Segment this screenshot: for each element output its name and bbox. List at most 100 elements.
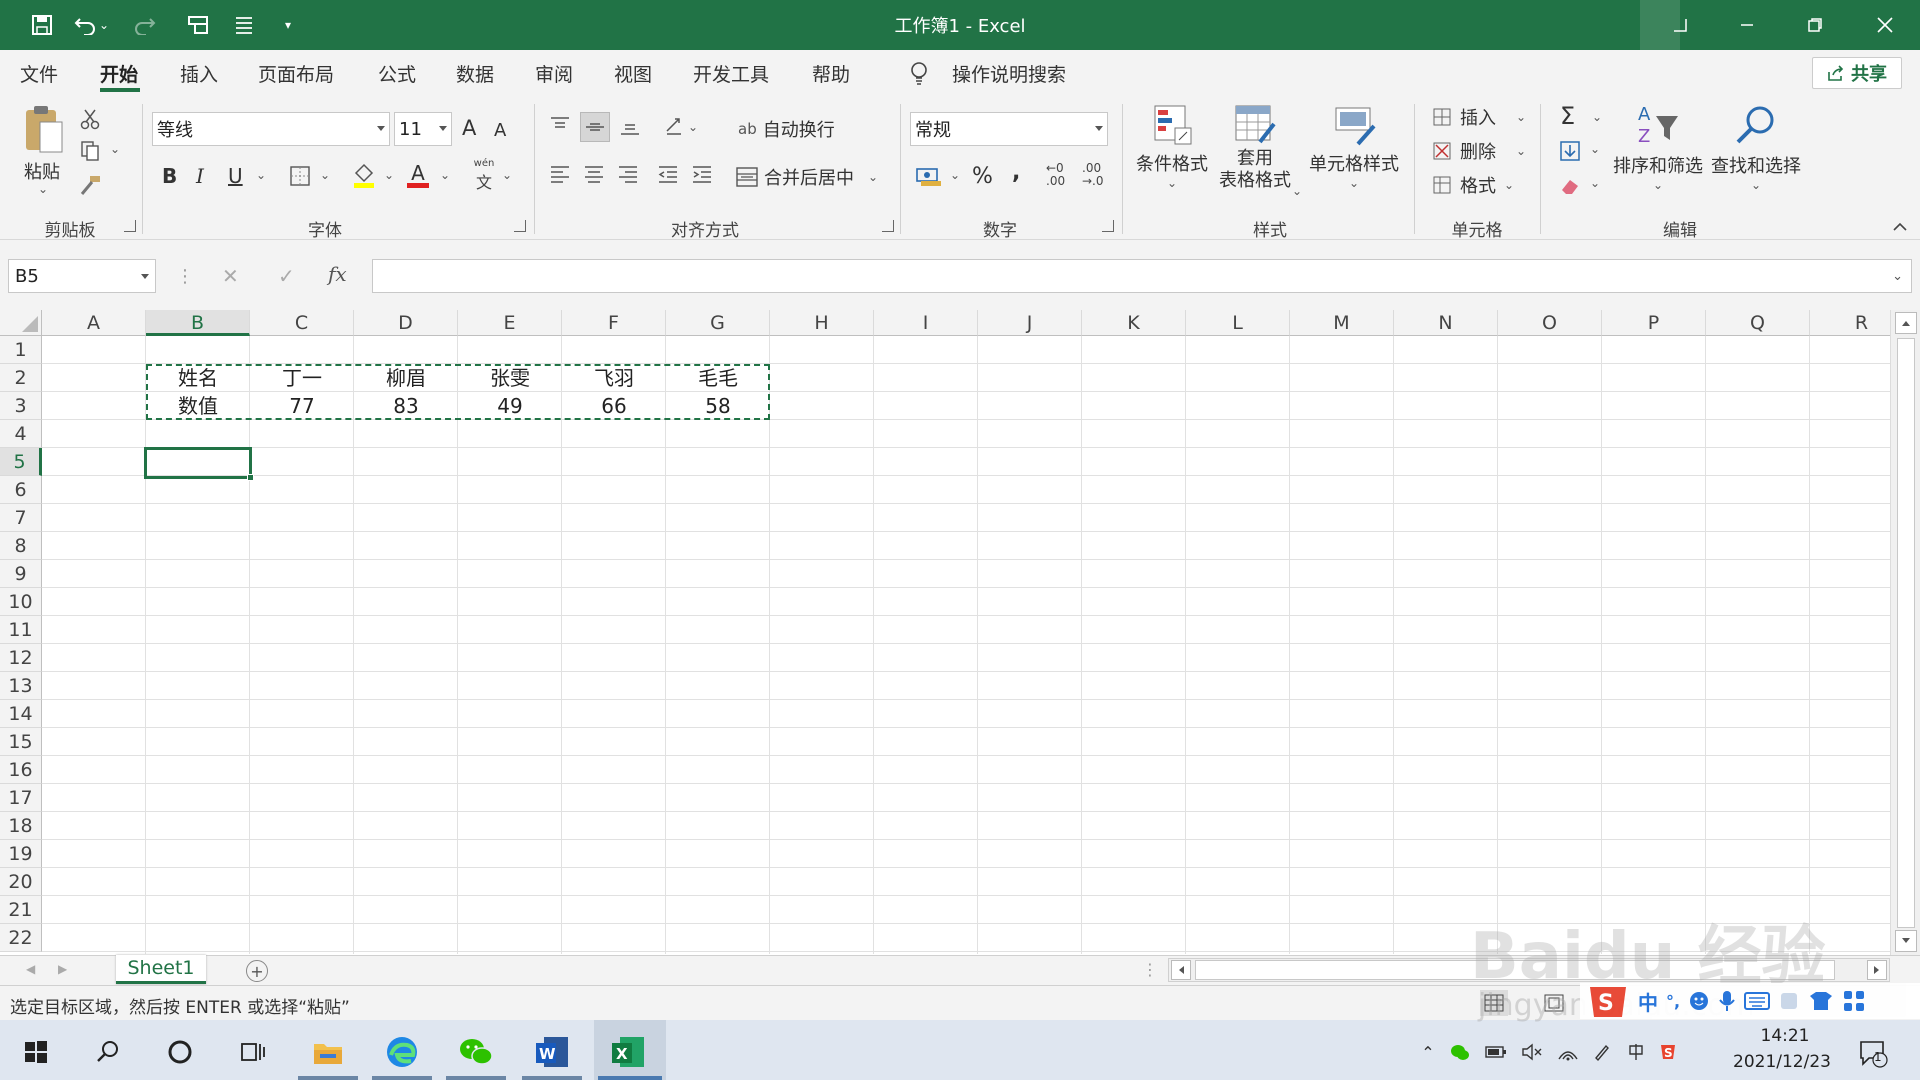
align-left-icon[interactable] xyxy=(546,160,574,188)
sort-filter-button[interactable]: AZ 排序和筛选 ⌄ xyxy=(1612,102,1704,192)
fill-color-icon[interactable] xyxy=(350,160,378,190)
clipboard-launcher-icon[interactable] xyxy=(124,220,136,232)
comma-style-button[interactable]: , xyxy=(1012,160,1020,185)
phonetic-dropdown-icon[interactable]: ⌄ xyxy=(502,168,512,182)
sheet-tab-sheet1[interactable]: Sheet1 xyxy=(116,955,206,984)
ime-punctuation-toggle[interactable]: °, xyxy=(1666,992,1680,1011)
increase-decimal-button[interactable]: ←0 .00 xyxy=(1046,162,1065,188)
merge-center-button[interactable]: 合并后居中 ⌄ xyxy=(736,164,878,190)
tab-view[interactable]: 视图 xyxy=(614,60,652,87)
row-header-10[interactable]: 10 xyxy=(0,588,42,616)
row-header-9[interactable]: 9 xyxy=(0,560,42,588)
column-header-h[interactable]: H xyxy=(770,310,874,336)
font-size-select[interactable]: 11 xyxy=(394,112,452,146)
column-header-e[interactable]: E xyxy=(458,310,562,336)
row-header-16[interactable]: 16 xyxy=(0,756,42,784)
row-header-15[interactable]: 15 xyxy=(0,728,42,756)
increase-font-icon[interactable]: A xyxy=(462,116,476,140)
row-header-7[interactable]: 7 xyxy=(0,504,42,532)
align-right-icon[interactable] xyxy=(614,160,642,188)
vertical-scrollbar[interactable] xyxy=(1890,310,1920,955)
tab-insert[interactable]: 插入 xyxy=(180,60,218,87)
next-sheet-icon[interactable]: ▶ xyxy=(58,962,67,976)
format-as-table-dropdown-icon[interactable]: ⌄ xyxy=(1292,184,1302,198)
tab-home[interactable]: 开始 xyxy=(100,60,138,87)
column-header-p[interactable]: P xyxy=(1602,310,1706,336)
underline-button[interactable]: U xyxy=(228,164,243,188)
phonetic-button[interactable]: wén 文 xyxy=(470,158,498,193)
increase-indent-icon[interactable] xyxy=(688,160,716,188)
decrease-font-icon[interactable]: A xyxy=(494,120,506,141)
tab-review[interactable]: 审阅 xyxy=(535,60,573,87)
column-header-g[interactable]: G xyxy=(666,310,770,336)
column-header-j[interactable]: J xyxy=(978,310,1082,336)
ime-keyboard-icon[interactable] xyxy=(1744,991,1771,1011)
format-as-table-button[interactable]: 套用 表格格式 xyxy=(1212,102,1298,202)
paste-button[interactable]: 粘贴 xyxy=(20,104,70,183)
cancel-entry-icon[interactable]: ✕ xyxy=(222,264,239,288)
tab-split-icon[interactable]: ⋮ xyxy=(1142,960,1158,979)
tab-developer[interactable]: 开发工具 xyxy=(693,60,769,87)
font-color-dropdown-icon[interactable]: ⌄ xyxy=(440,168,450,182)
clock-date[interactable]: 2021/12/23 xyxy=(1712,1052,1852,1072)
column-header-d[interactable]: D xyxy=(354,310,458,336)
active-cell-b5[interactable] xyxy=(144,447,252,479)
scroll-down-icon[interactable] xyxy=(1895,930,1917,952)
borders-icon[interactable] xyxy=(286,162,314,190)
ime-emoji-icon[interactable] xyxy=(1688,990,1710,1012)
restore-icon[interactable] xyxy=(1780,0,1850,50)
name-box-dropdown-icon[interactable] xyxy=(141,274,149,279)
number-launcher-icon[interactable] xyxy=(1102,220,1114,232)
bold-button[interactable]: B xyxy=(162,164,177,188)
sogou-tray-icon[interactable]: S xyxy=(1656,1040,1680,1064)
column-header-a[interactable]: A xyxy=(42,310,146,336)
cell-styles-button[interactable]: 单元格样式 ⌄ xyxy=(1306,102,1402,202)
row-header-18[interactable]: 18 xyxy=(0,812,42,840)
file-explorer-icon[interactable] xyxy=(306,1030,350,1074)
number-format-select[interactable]: 常规 xyxy=(910,112,1108,146)
wifi-icon[interactable] xyxy=(1556,1040,1580,1064)
column-header-k[interactable]: K xyxy=(1082,310,1186,336)
wrap-text-button[interactable]: ab 自动换行 xyxy=(738,116,835,142)
accounting-dropdown-icon[interactable]: ⌄ xyxy=(950,168,960,182)
row-header-13[interactable]: 13 xyxy=(0,672,42,700)
autosum-icon[interactable]: Σ xyxy=(1560,102,1575,130)
copy-dropdown-icon[interactable]: ⌄ xyxy=(110,142,120,156)
autosum-dropdown-icon[interactable]: ⌄ xyxy=(1592,110,1602,124)
formula-input[interactable]: ⌄ xyxy=(372,259,1912,293)
column-header-c[interactable]: C xyxy=(250,310,354,336)
italic-button[interactable]: I xyxy=(196,164,204,188)
font-color-button[interactable]: A xyxy=(404,160,432,190)
vertical-scroll-thumb[interactable] xyxy=(1897,338,1915,928)
font-launcher-icon[interactable] xyxy=(514,220,526,232)
row-header-8[interactable]: 8 xyxy=(0,532,42,560)
prev-sheet-icon[interactable]: ◀ xyxy=(26,962,35,976)
edge-browser-icon[interactable] xyxy=(380,1030,424,1074)
column-header-b[interactable]: B xyxy=(146,310,250,336)
clear-icon[interactable] xyxy=(1556,172,1584,198)
row-header-17[interactable]: 17 xyxy=(0,784,42,812)
insert-function-icon[interactable]: fx xyxy=(328,262,347,286)
excel-app-icon[interactable]: X xyxy=(606,1030,650,1074)
align-bottom-icon[interactable] xyxy=(616,112,644,140)
row-header-3[interactable]: 3 xyxy=(0,392,42,420)
close-icon[interactable] xyxy=(1850,0,1920,50)
ime-skin-icon[interactable] xyxy=(1808,990,1834,1012)
tray-overflow-icon[interactable]: ⌃ xyxy=(1416,1040,1440,1064)
minimize-icon[interactable] xyxy=(1712,0,1782,50)
name-box[interactable]: B5 xyxy=(8,259,156,293)
row-header-20[interactable]: 20 xyxy=(0,868,42,896)
format-painter-icon[interactable] xyxy=(76,172,104,198)
clear-dropdown-icon[interactable]: ⌄ xyxy=(1590,176,1600,190)
row-header-19[interactable]: 19 xyxy=(0,840,42,868)
column-header-l[interactable]: L xyxy=(1186,310,1290,336)
borders-dropdown-icon[interactable]: ⌄ xyxy=(320,168,330,182)
word-app-icon[interactable]: W xyxy=(530,1030,574,1074)
pen-icon[interactable] xyxy=(1590,1040,1614,1064)
column-header-n[interactable]: N xyxy=(1394,310,1498,336)
decrease-indent-icon[interactable] xyxy=(654,160,682,188)
lightbulb-icon[interactable] xyxy=(908,60,930,86)
paste-dropdown-icon[interactable]: ⌄ xyxy=(38,182,48,196)
underline-dropdown-icon[interactable]: ⌄ xyxy=(256,168,266,182)
row-header-21[interactable]: 21 xyxy=(0,896,42,924)
